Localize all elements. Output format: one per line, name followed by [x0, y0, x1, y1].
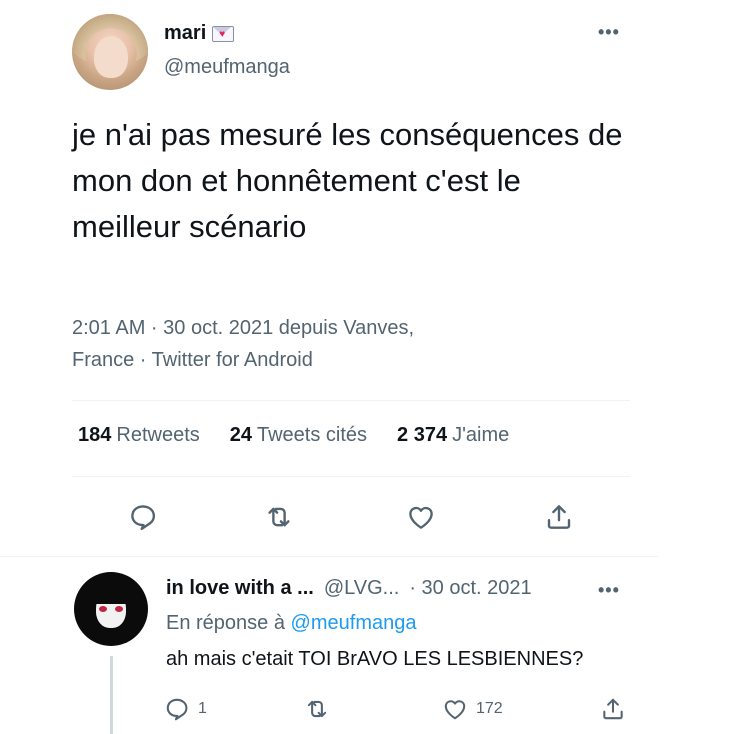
share-icon: [603, 698, 623, 720]
reply-share-button[interactable]: [600, 694, 626, 724]
quotes-stat[interactable]: 24 Tweets cités: [230, 424, 367, 447]
retweet-button[interactable]: [262, 500, 296, 534]
replying-prefix: En réponse à: [166, 612, 285, 634]
reply-header: in love with a ... @LVG... · 30 oct. 202…: [166, 577, 532, 600]
tweet-detail: mari ♥ @meufmanga ••• je n'ai pas mesuré…: [0, 0, 731, 734]
avatar-face: [94, 36, 128, 78]
avatar-detail: [99, 606, 107, 612]
like-icon: [409, 506, 433, 529]
quotes-count: 24: [229, 424, 252, 446]
avatar-hair: [88, 582, 134, 604]
envelope-heart-icon: ♥: [212, 25, 235, 42]
divider: [72, 400, 630, 401]
retweets-count: 184: [78, 424, 112, 446]
reply-avatar[interactable]: [74, 572, 148, 646]
divider: [72, 476, 630, 477]
replying-mention[interactable]: @meufmanga: [291, 612, 417, 634]
tweet-stats: 184 Retweets 24 Tweets cités 2 374 J'aime: [78, 424, 509, 447]
reply-reply-count: 1: [198, 700, 207, 717]
author-handle[interactable]: @meufmanga: [164, 56, 290, 79]
reply-like-count: 172: [476, 700, 503, 717]
more-icon[interactable]: •••: [598, 22, 620, 43]
reply-reply-button[interactable]: 1: [164, 694, 207, 724]
tweet-text: je n'ai pas mesuré les conséquences de m…: [72, 117, 623, 244]
reply-author-name[interactable]: in love with a ...: [166, 577, 314, 600]
likes-label: J'aime: [452, 424, 510, 446]
reply-like-button[interactable]: 172: [442, 694, 503, 724]
share-icon: [547, 505, 571, 529]
tweet-meta: 2:01 AM · 30 oct. 2021 depuis Vanves, Fr…: [72, 312, 632, 376]
author-name-row: mari ♥: [164, 22, 235, 45]
author-avatar[interactable]: [72, 14, 148, 90]
reply-text: ah mais c'etait TOI BrAVO LES LESBIENNES…: [166, 648, 584, 670]
retweet-icon: [268, 507, 290, 527]
reply-more-icon[interactable]: •••: [598, 580, 620, 601]
share-button[interactable]: [542, 500, 576, 534]
avatar-detail: [115, 606, 123, 612]
retweets-label: Retweets: [116, 424, 200, 446]
retweet-icon: [307, 700, 327, 718]
tweet-meta-line2[interactable]: France · Twitter for Android: [72, 344, 632, 376]
likes-stat[interactable]: 2 374 J'aime: [397, 424, 509, 447]
thread-line: [110, 656, 113, 734]
reply-icon: [166, 698, 188, 721]
reply-author-handle[interactable]: @LVG...: [324, 577, 400, 600]
like-button[interactable]: [404, 500, 438, 534]
tweet-meta-line1[interactable]: 2:01 AM · 30 oct. 2021 depuis Vanves,: [72, 312, 632, 344]
author-name[interactable]: mari: [164, 22, 206, 45]
reply-retweet-button[interactable]: [304, 694, 330, 724]
quotes-label: Tweets cités: [257, 424, 368, 446]
replying-to: En réponse à @meufmanga: [166, 612, 416, 635]
divider: [0, 556, 658, 557]
reply-icon: [131, 505, 156, 531]
tweet-actions: [0, 500, 731, 540]
likes-count: 2 374: [397, 424, 448, 446]
reply-date[interactable]: · 30 oct. 2021: [409, 577, 531, 600]
reply-button[interactable]: [126, 500, 160, 534]
like-icon: [444, 700, 466, 720]
retweets-stat[interactable]: 184 Retweets: [78, 424, 200, 447]
